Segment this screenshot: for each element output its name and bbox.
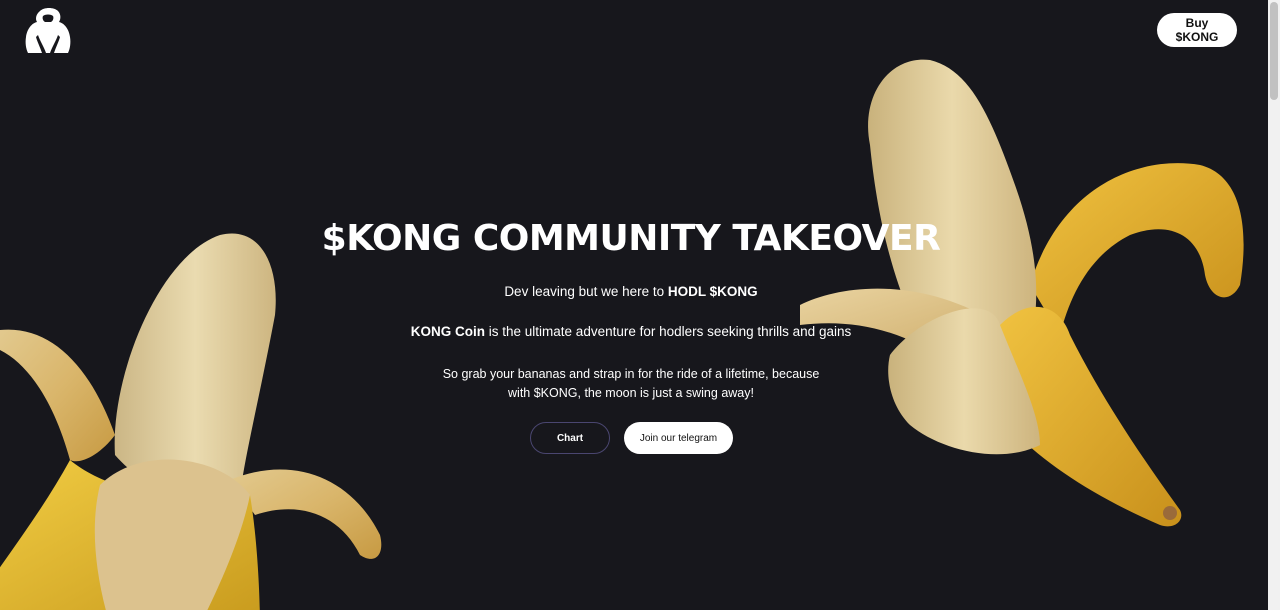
tagline-prefix: Dev leaving but we here to [504, 284, 668, 299]
tagline-bold: HODL $KONG [667, 284, 758, 299]
callout-line-2: with $KONG, the moon is just a swing awa… [508, 386, 754, 400]
hero-title: $KONG COMMUNITY TAKEOVER [321, 218, 941, 259]
chart-button[interactable]: Chart [530, 422, 610, 454]
page: Buy $KONG $KONG COMMUNITY TAKEOVER Dev l… [0, 0, 1268, 610]
callout-line-1: So grab your bananas and strap in for th… [442, 367, 820, 381]
hero-description: KONG Coin is the ultimate adventure for … [0, 324, 1262, 339]
scrollbar[interactable] [1268, 0, 1280, 610]
scrollbar-thumb[interactable] [1270, 2, 1278, 100]
description-bold: KONG Coin [410, 324, 486, 339]
hero-section: $KONG COMMUNITY TAKEOVER Dev leaving but… [0, 0, 1268, 610]
hero-tagline: Dev leaving but we here to HODL $KONG [0, 284, 1262, 299]
join-telegram-button[interactable]: Join our telegram [624, 422, 733, 454]
hero-callout: So grab your bananas and strap in for th… [0, 365, 1262, 403]
description-suffix: is the ultimate adventure for hodlers se… [485, 324, 852, 339]
